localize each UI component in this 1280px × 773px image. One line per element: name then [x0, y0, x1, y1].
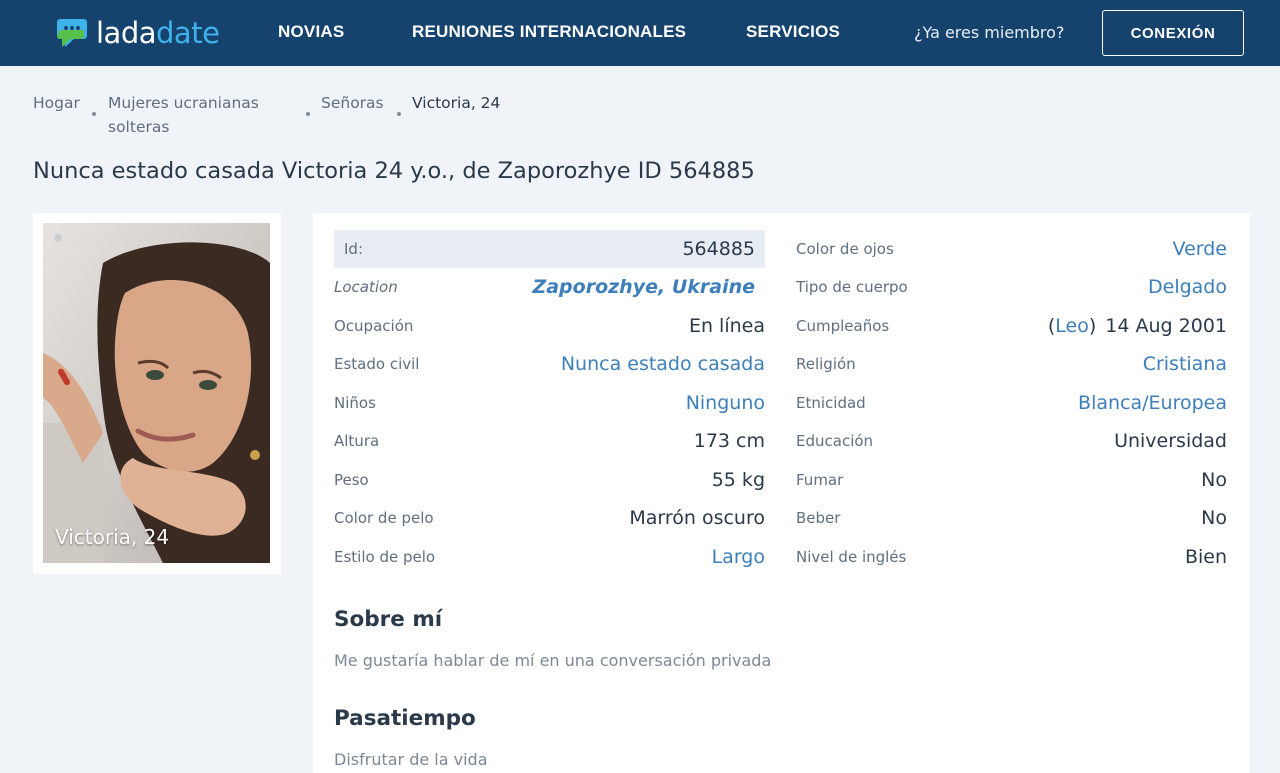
- detail-value-id: 564885: [682, 238, 755, 260]
- detail-label: Estado civil: [334, 355, 420, 373]
- detail-row-english-level: Nivel de inglés Bien: [796, 538, 1227, 576]
- detail-row-occupation: Ocupación En línea: [334, 307, 765, 345]
- detail-row-eye-color: Color de ojos Verde: [796, 230, 1227, 268]
- about-heading: Sobre mí: [334, 607, 443, 632]
- breadcrumb-category-line2: solteras: [108, 118, 170, 136]
- detail-value-religion[interactable]: Cristiana: [1143, 353, 1227, 375]
- detail-label: Ocupación: [334, 317, 414, 335]
- detail-value-hair-style[interactable]: Largo: [712, 546, 765, 568]
- detail-label: Location: [334, 278, 398, 296]
- detail-row-location: Location Zaporozhye, Ukraine: [334, 268, 765, 306]
- detail-value-height: 173 cm: [693, 430, 765, 452]
- breadcrumb-category[interactable]: Mujeres ucranianas solteras: [108, 91, 259, 139]
- breadcrumb-current: Victoria, 24: [412, 94, 501, 112]
- breadcrumb-separator: [92, 112, 96, 116]
- breadcrumb-separator: [306, 112, 310, 116]
- member-prompt-text: ¿Ya eres miembro?: [914, 23, 1065, 42]
- detail-value-hair-color: Marrón oscuro: [629, 507, 765, 529]
- detail-row-hair-style: Estilo de pelo Largo: [334, 538, 765, 576]
- detail-label: Niños: [334, 394, 376, 412]
- detail-value-education: Universidad: [1114, 430, 1227, 452]
- birth-date: 14 Aug 2001: [1105, 315, 1227, 337]
- profile-photo[interactable]: Victoria, 24: [43, 223, 270, 563]
- photo-caption: Victoria, 24: [55, 525, 170, 549]
- detail-row-body-type: Tipo de cuerpo Delgado: [796, 268, 1227, 306]
- breadcrumb-home[interactable]: Hogar: [33, 91, 80, 115]
- detail-row-weight: Peso 55 kg: [334, 461, 765, 499]
- hobby-heading: Pasatiempo: [334, 706, 476, 731]
- detail-value-location[interactable]: Zaporozhye, Ukraine: [532, 276, 755, 298]
- detail-value-smoking: No: [1201, 469, 1227, 491]
- detail-row-hair-color: Color de pelo Marrón oscuro: [334, 499, 765, 537]
- detail-label: Beber: [796, 509, 841, 527]
- zodiac-sign: (Leo): [1047, 315, 1097, 337]
- detail-value-body-type[interactable]: Delgado: [1148, 276, 1227, 298]
- detail-label: Peso: [334, 471, 369, 489]
- zodiac-link[interactable]: Leo: [1055, 315, 1089, 337]
- detail-row-smoking: Fumar No: [796, 461, 1227, 499]
- detail-row-marital-status: Estado civil Nunca estado casada: [334, 345, 765, 383]
- breadcrumb-separator: [397, 112, 401, 116]
- photo-online-dot: [54, 234, 62, 242]
- nav-reuniones-internacionales[interactable]: REUNIONES INTERNACIONALES: [412, 22, 686, 42]
- detail-value-ethnicity[interactable]: Blanca/Europea: [1078, 392, 1227, 414]
- logo-wordmark: ladadate: [96, 16, 220, 50]
- site-logo[interactable]: ladadate: [56, 15, 220, 51]
- profile-details-card: Id: 564885 Location Zaporozhye, Ukraine …: [313, 213, 1250, 773]
- detail-row-birthday: Cumpleaños (Leo) 14 Aug 2001: [796, 307, 1227, 345]
- profile-photo-card: Victoria, 24: [33, 213, 281, 574]
- detail-value-drinking: No: [1201, 507, 1227, 529]
- detail-value-eye-color[interactable]: Verde: [1173, 238, 1227, 260]
- top-navigation-bar: ladadate NOVIAS REUNIONES INTERNACIONALE…: [0, 0, 1280, 66]
- detail-row-education: Educación Universidad: [796, 422, 1227, 460]
- breadcrumb-category-line1: Mujeres ucranianas: [108, 94, 259, 112]
- detail-label: Color de ojos: [796, 240, 894, 258]
- detail-value-children[interactable]: Ninguno: [686, 392, 765, 414]
- about-text: Me gustaría hablar de mí en una conversa…: [334, 651, 772, 670]
- page-title: Nunca estado casada Victoria 24 y.o., de…: [33, 158, 755, 184]
- hobby-text: Disfrutar de la vida: [334, 750, 488, 769]
- detail-value-english-level: Bien: [1184, 546, 1227, 568]
- detail-row-religion: Religión Cristiana: [796, 345, 1227, 383]
- chat-bubble-logo-icon: [56, 16, 88, 50]
- detail-row-id: Id: 564885: [334, 230, 765, 268]
- login-button[interactable]: CONEXIÓN: [1102, 10, 1244, 56]
- detail-label: Cumpleaños: [796, 317, 890, 335]
- detail-label: Color de pelo: [334, 509, 434, 527]
- detail-value-occupation: En línea: [688, 315, 765, 337]
- detail-label: Altura: [334, 432, 380, 450]
- nav-servicios[interactable]: SERVICIOS: [746, 22, 840, 42]
- detail-label: Etnicidad: [796, 394, 866, 412]
- detail-label: Religión: [796, 355, 856, 373]
- detail-row-height: Altura 173 cm: [334, 422, 765, 460]
- detail-label: Id:: [344, 240, 363, 258]
- detail-label: Educación: [796, 432, 874, 450]
- detail-row-drinking: Beber No: [796, 499, 1227, 537]
- detail-value-marital-status[interactable]: Nunca estado casada: [561, 353, 765, 375]
- detail-label: Estilo de pelo: [334, 548, 436, 566]
- detail-label: Fumar: [796, 471, 844, 489]
- detail-row-ethnicity: Etnicidad Blanca/Europea: [796, 384, 1227, 422]
- detail-value-birthday: (Leo) 14 Aug 2001: [1048, 315, 1227, 337]
- breadcrumb-ladies[interactable]: Señoras: [321, 91, 384, 115]
- detail-row-children: Niños Ninguno: [334, 384, 765, 422]
- detail-value-weight: 55 kg: [711, 469, 765, 491]
- detail-label: Tipo de cuerpo: [796, 278, 908, 296]
- nav-novias[interactable]: NOVIAS: [278, 22, 344, 42]
- detail-label: Nivel de inglés: [796, 548, 907, 566]
